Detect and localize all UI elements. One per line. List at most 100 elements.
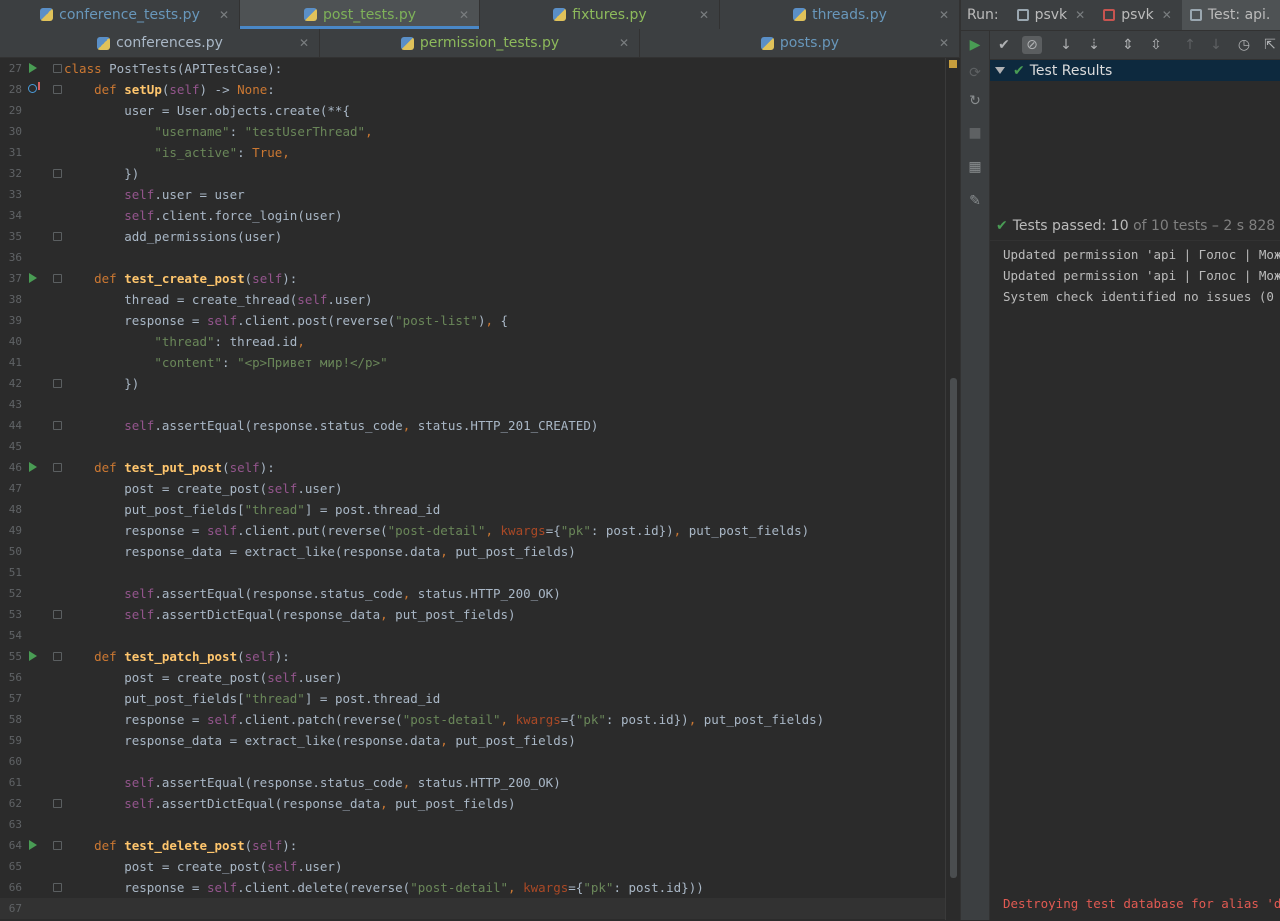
close-tab-icon[interactable]: ✕	[619, 36, 629, 50]
stop-icon[interactable]: ■	[967, 125, 983, 141]
run-test-icon[interactable]	[29, 840, 37, 850]
fold-marker-icon[interactable]	[53, 85, 62, 94]
close-tab-icon[interactable]: ✕	[939, 36, 949, 50]
editor-tab[interactable]: fixtures.py ✕	[480, 0, 720, 29]
code-line[interactable]: 31 "is_active": True,	[0, 142, 945, 163]
run-config-tab[interactable]: Test: api.	[1181, 0, 1280, 30]
editor-tab[interactable]: threads.py ✕	[720, 0, 960, 29]
fold-marker-icon[interactable]	[53, 799, 62, 808]
editor-tab[interactable]: permission_tests.py ✕	[320, 29, 640, 57]
console-output[interactable]: Updated permission 'api | Голос | Може Up…	[990, 240, 1280, 921]
fold-marker-icon[interactable]	[53, 169, 62, 178]
close-tab-icon[interactable]: ✕	[219, 8, 229, 22]
fold-marker-icon[interactable]	[53, 841, 62, 850]
code-editor[interactable]: 27 class PostTests(APITestCase): 28 def se…	[0, 58, 945, 920]
code-line[interactable]: 34 self.client.force_login(user)	[0, 205, 945, 226]
code-line[interactable]: 57 put_post_fields["thread"] = post.thre…	[0, 688, 945, 709]
code-line[interactable]: 47 post = create_post(self.user)	[0, 478, 945, 499]
code-line[interactable]: 39 response = self.client.post(reverse("…	[0, 310, 945, 331]
code-line[interactable]: 43	[0, 394, 945, 415]
code-line[interactable]: 35 add_permissions(user)	[0, 226, 945, 247]
code-line[interactable]: 63	[0, 814, 945, 835]
collapse-all-icon[interactable]: ⇳	[1146, 36, 1166, 54]
code-line[interactable]: 45	[0, 436, 945, 457]
code-line[interactable]: 54	[0, 625, 945, 646]
code-line[interactable]: 28 def setUp(self) -> None:	[0, 79, 945, 100]
fold-marker-icon[interactable]	[53, 610, 62, 619]
run-test-icon[interactable]	[29, 651, 37, 661]
run-config-tab[interactable]: psvk ✕	[1095, 0, 1182, 30]
code-line[interactable]: 32 })	[0, 163, 945, 184]
code-line[interactable]: 49 response = self.client.put(reverse("p…	[0, 520, 945, 541]
code-line[interactable]: 40 "thread": thread.id,	[0, 331, 945, 352]
layout-icon[interactable]: ▦	[967, 159, 983, 175]
show-passed-icon[interactable]: ✔	[994, 36, 1014, 54]
code-line[interactable]: 37 def test_create_post(self):	[0, 268, 945, 289]
fold-marker-icon[interactable]	[53, 64, 62, 73]
code-line[interactable]: 61 self.assertEqual(response.status_code…	[0, 772, 945, 793]
fold-marker-icon[interactable]	[53, 652, 62, 661]
code-line[interactable]: 36	[0, 247, 945, 268]
close-tab-icon[interactable]: ✕	[459, 8, 469, 22]
run-config-tab[interactable]: psvk ✕	[1009, 0, 1096, 30]
editor-tab[interactable]: posts.py ✕	[640, 29, 960, 57]
code-line[interactable]: 67	[0, 898, 945, 919]
toggle-auto-test-icon[interactable]: ↻	[967, 93, 983, 109]
code-line[interactable]: 65 post = create_post(self.user)	[0, 856, 945, 877]
test-history-icon[interactable]: ◷	[1234, 36, 1254, 54]
close-tab-icon[interactable]: ✕	[1162, 8, 1172, 22]
code-line[interactable]: 27 class PostTests(APITestCase):	[0, 58, 945, 79]
code-line[interactable]: 60	[0, 751, 945, 772]
code-line[interactable]: 51	[0, 562, 945, 583]
pin-icon[interactable]: ✎	[967, 193, 983, 209]
editor-tab[interactable]: post_tests.py ✕	[240, 0, 480, 29]
export-results-icon[interactable]: ⇱	[1260, 36, 1280, 54]
code-line[interactable]: 66 response = self.client.delete(reverse…	[0, 877, 945, 898]
show-ignored-icon[interactable]: ⊘	[1022, 36, 1042, 54]
editor-scrollbar[interactable]	[945, 58, 961, 920]
close-tab-icon[interactable]: ✕	[1075, 8, 1085, 22]
fold-marker-icon[interactable]	[53, 883, 62, 892]
code-line[interactable]: 33 self.user = user	[0, 184, 945, 205]
test-results-root[interactable]: ✔ Test Results	[990, 60, 1280, 81]
scrollbar-thumb[interactable]	[950, 378, 957, 878]
code-line[interactable]: 58 response = self.client.patch(reverse(…	[0, 709, 945, 730]
next-failed-icon[interactable]: ↓	[1206, 36, 1226, 54]
code-line[interactable]: 64 def test_delete_post(self):	[0, 835, 945, 856]
code-line[interactable]: 38 thread = create_thread(self.user)	[0, 289, 945, 310]
close-tab-icon[interactable]: ✕	[299, 36, 309, 50]
sort-alphabetically-icon[interactable]: ↓	[1056, 36, 1076, 54]
run-test-icon[interactable]	[29, 462, 37, 472]
rerun-icon[interactable]: ▶	[967, 37, 983, 53]
code-line[interactable]: 30 "username": "testUserThread",	[0, 121, 945, 142]
fold-marker-icon[interactable]	[53, 463, 62, 472]
run-test-icon[interactable]	[29, 273, 37, 283]
editor-tab[interactable]: conference_tests.py ✕	[0, 0, 240, 29]
code-line[interactable]: 55 def test_patch_post(self):	[0, 646, 945, 667]
fold-marker-icon[interactable]	[53, 274, 62, 283]
fold-marker-icon[interactable]	[53, 232, 62, 241]
code-line[interactable]: 29 user = User.objects.create(**{	[0, 100, 945, 121]
code-line[interactable]: 44 self.assertEqual(response.status_code…	[0, 415, 945, 436]
code-line[interactable]: 53 self.assertDictEqual(response_data, p…	[0, 604, 945, 625]
code-line[interactable]: 46 def test_put_post(self):	[0, 457, 945, 478]
expand-all-icon[interactable]: ⇕	[1118, 36, 1138, 54]
rerun-failed-icon[interactable]: ⟳	[967, 65, 983, 81]
fold-marker-icon[interactable]	[53, 379, 62, 388]
code-line[interactable]: 62 self.assertDictEqual(response_data, p…	[0, 793, 945, 814]
code-line[interactable]: 42 })	[0, 373, 945, 394]
code-line[interactable]: 56 post = create_post(self.user)	[0, 667, 945, 688]
close-tab-icon[interactable]: ✕	[699, 8, 709, 22]
expand-arrow-icon[interactable]	[995, 67, 1005, 74]
code-line[interactable]: 41 "content": "<p>Привет мир!</p>"	[0, 352, 945, 373]
fold-marker-icon[interactable]	[53, 421, 62, 430]
code-line[interactable]: 59 response_data = extract_like(response…	[0, 730, 945, 751]
code-line[interactable]: 48 put_post_fields["thread"] = post.thre…	[0, 499, 945, 520]
overrides-method-icon[interactable]	[28, 82, 40, 93]
close-tab-icon[interactable]: ✕	[939, 8, 949, 22]
run-test-icon[interactable]	[29, 63, 37, 73]
sort-by-duration-icon[interactable]: ⇣	[1084, 36, 1104, 54]
code-line[interactable]: 50 response_data = extract_like(response…	[0, 541, 945, 562]
inspection-status-icon[interactable]	[949, 60, 957, 68]
previous-failed-icon[interactable]: ↑	[1180, 36, 1200, 54]
